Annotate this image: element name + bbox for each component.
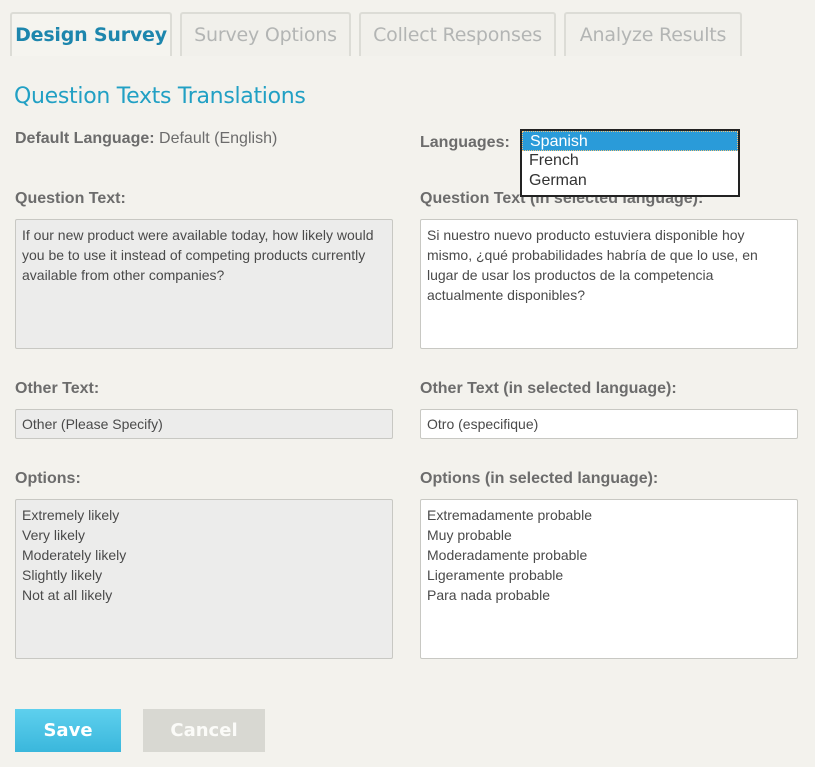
- default-language-row: Default Language: Default (English): [15, 130, 277, 148]
- language-option-spanish[interactable]: Spanish: [522, 131, 738, 151]
- other-text-value: Other (Please Specify): [22, 416, 163, 432]
- option-line: Not at all likely: [22, 587, 113, 603]
- other-text-field: Other (Please Specify): [15, 409, 393, 439]
- question-text-label: Question Text:: [15, 190, 126, 207]
- question-text-translated-line: Si nuestro nuevo producto estuviera disp…: [427, 227, 745, 243]
- language-option-french[interactable]: French: [522, 151, 738, 171]
- tab-survey-options[interactable]: Survey Options: [180, 12, 351, 56]
- question-text-translated-line: actualmente disponibles?: [427, 287, 585, 303]
- option-line: Very likely: [22, 527, 86, 543]
- other-text-translated-value: Otro (especifique): [427, 416, 539, 432]
- options-field: Extremely likely Very likely Moderately …: [15, 499, 393, 659]
- default-language-label: Default Language:: [15, 130, 155, 147]
- options-translated-label: Options (in selected language):: [420, 470, 659, 487]
- section-title: Question Texts Translations: [14, 84, 306, 109]
- tab-design-survey[interactable]: Design Survey: [10, 12, 172, 56]
- option-line: Moderately likely: [22, 547, 127, 563]
- option-line: Extremely likely: [22, 507, 120, 523]
- language-option-german[interactable]: German: [522, 171, 738, 191]
- other-text-translated-label: Other Text (in selected language):: [420, 380, 677, 397]
- option-line: Slightly likely: [22, 567, 103, 583]
- options-translated-field[interactable]: Extremadamente probable Muy probable Mod…: [420, 499, 798, 659]
- question-text-translated-line: lugar de usar los productos de la compet…: [427, 267, 714, 283]
- cancel-button[interactable]: Cancel: [143, 709, 265, 752]
- question-text-line: If our new product were available today,…: [22, 227, 374, 243]
- option-translated-line: Para nada probable: [427, 587, 550, 603]
- option-translated-line: Muy probable: [427, 527, 512, 543]
- languages-listbox[interactable]: Spanish French German: [520, 129, 740, 197]
- default-language-value: Default (English): [159, 130, 278, 147]
- languages-label: Languages:: [420, 134, 510, 151]
- option-translated-line: Moderadamente probable: [427, 547, 588, 563]
- translation-page: Design Survey Survey Options Collect Res…: [0, 0, 815, 767]
- other-text-translated-field[interactable]: Otro (especifique): [420, 409, 798, 439]
- option-translated-line: Extremadamente probable: [427, 507, 592, 523]
- save-button[interactable]: Save: [15, 709, 121, 752]
- question-text-translated-line: mismo, ¿qué probabilidades habría de que…: [427, 247, 758, 263]
- question-text-field: If our new product were available today,…: [15, 219, 393, 349]
- question-text-line: available from other companies?: [22, 267, 225, 283]
- question-text-line: you be to use it instead of competing pr…: [22, 247, 366, 263]
- option-translated-line: Ligeramente probable: [427, 567, 564, 583]
- options-label: Options:: [15, 470, 81, 487]
- tab-analyze-results[interactable]: Analyze Results: [564, 12, 742, 56]
- other-text-label: Other Text:: [15, 380, 100, 397]
- tab-collect-responses[interactable]: Collect Responses: [359, 12, 556, 56]
- question-text-translated-field[interactable]: Si nuestro nuevo producto estuviera disp…: [420, 219, 798, 349]
